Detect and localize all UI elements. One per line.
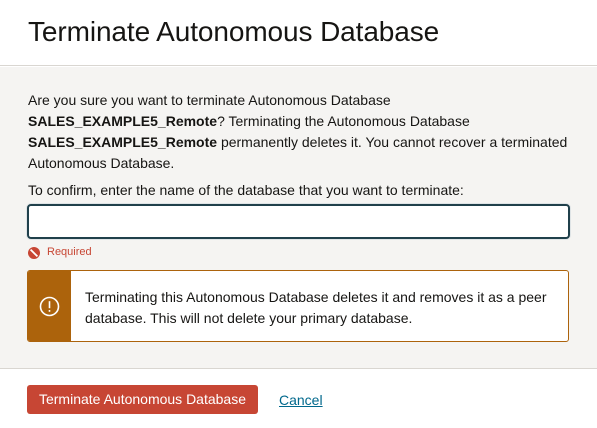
dialog-footer: Terminate Autonomous Database Cancel bbox=[0, 370, 597, 428]
dialog-body: Are you sure you want to terminate Auton… bbox=[0, 67, 597, 369]
terminate-database-dialog: Terminate Autonomous Database Are you su… bbox=[0, 0, 597, 428]
confirm-name-label: To confirm, enter the name of the databa… bbox=[28, 182, 464, 198]
cancel-link[interactable]: Cancel bbox=[279, 391, 323, 409]
warning-text: Terminating this Autonomous Database del… bbox=[85, 289, 547, 326]
error-icon bbox=[28, 246, 40, 259]
dialog-title: Terminate Autonomous Database bbox=[28, 16, 440, 47]
dialog-header: Terminate Autonomous Database bbox=[0, 0, 597, 66]
message-text-part2: ? Terminating the Autonomous Database bbox=[217, 113, 470, 129]
database-name-second: SALES_EXAMPLE5_Remote bbox=[28, 134, 218, 150]
database-name-first: SALES_EXAMPLE5_Remote bbox=[28, 113, 218, 129]
message-text-part1: Are you sure you want to terminate Auton… bbox=[28, 92, 391, 108]
exclamation-circle-icon bbox=[39, 296, 60, 317]
warning-stripe bbox=[28, 271, 71, 341]
confirm-database-name-input[interactable] bbox=[27, 204, 570, 239]
confirmation-message: Are you sure you want to terminate Auton… bbox=[28, 90, 573, 174]
required-text: Required bbox=[47, 246, 92, 258]
terminate-button[interactable]: Terminate Autonomous Database bbox=[27, 385, 258, 414]
validation-message: Required bbox=[28, 245, 92, 259]
warning-banner: Terminating this Autonomous Database del… bbox=[27, 270, 569, 342]
